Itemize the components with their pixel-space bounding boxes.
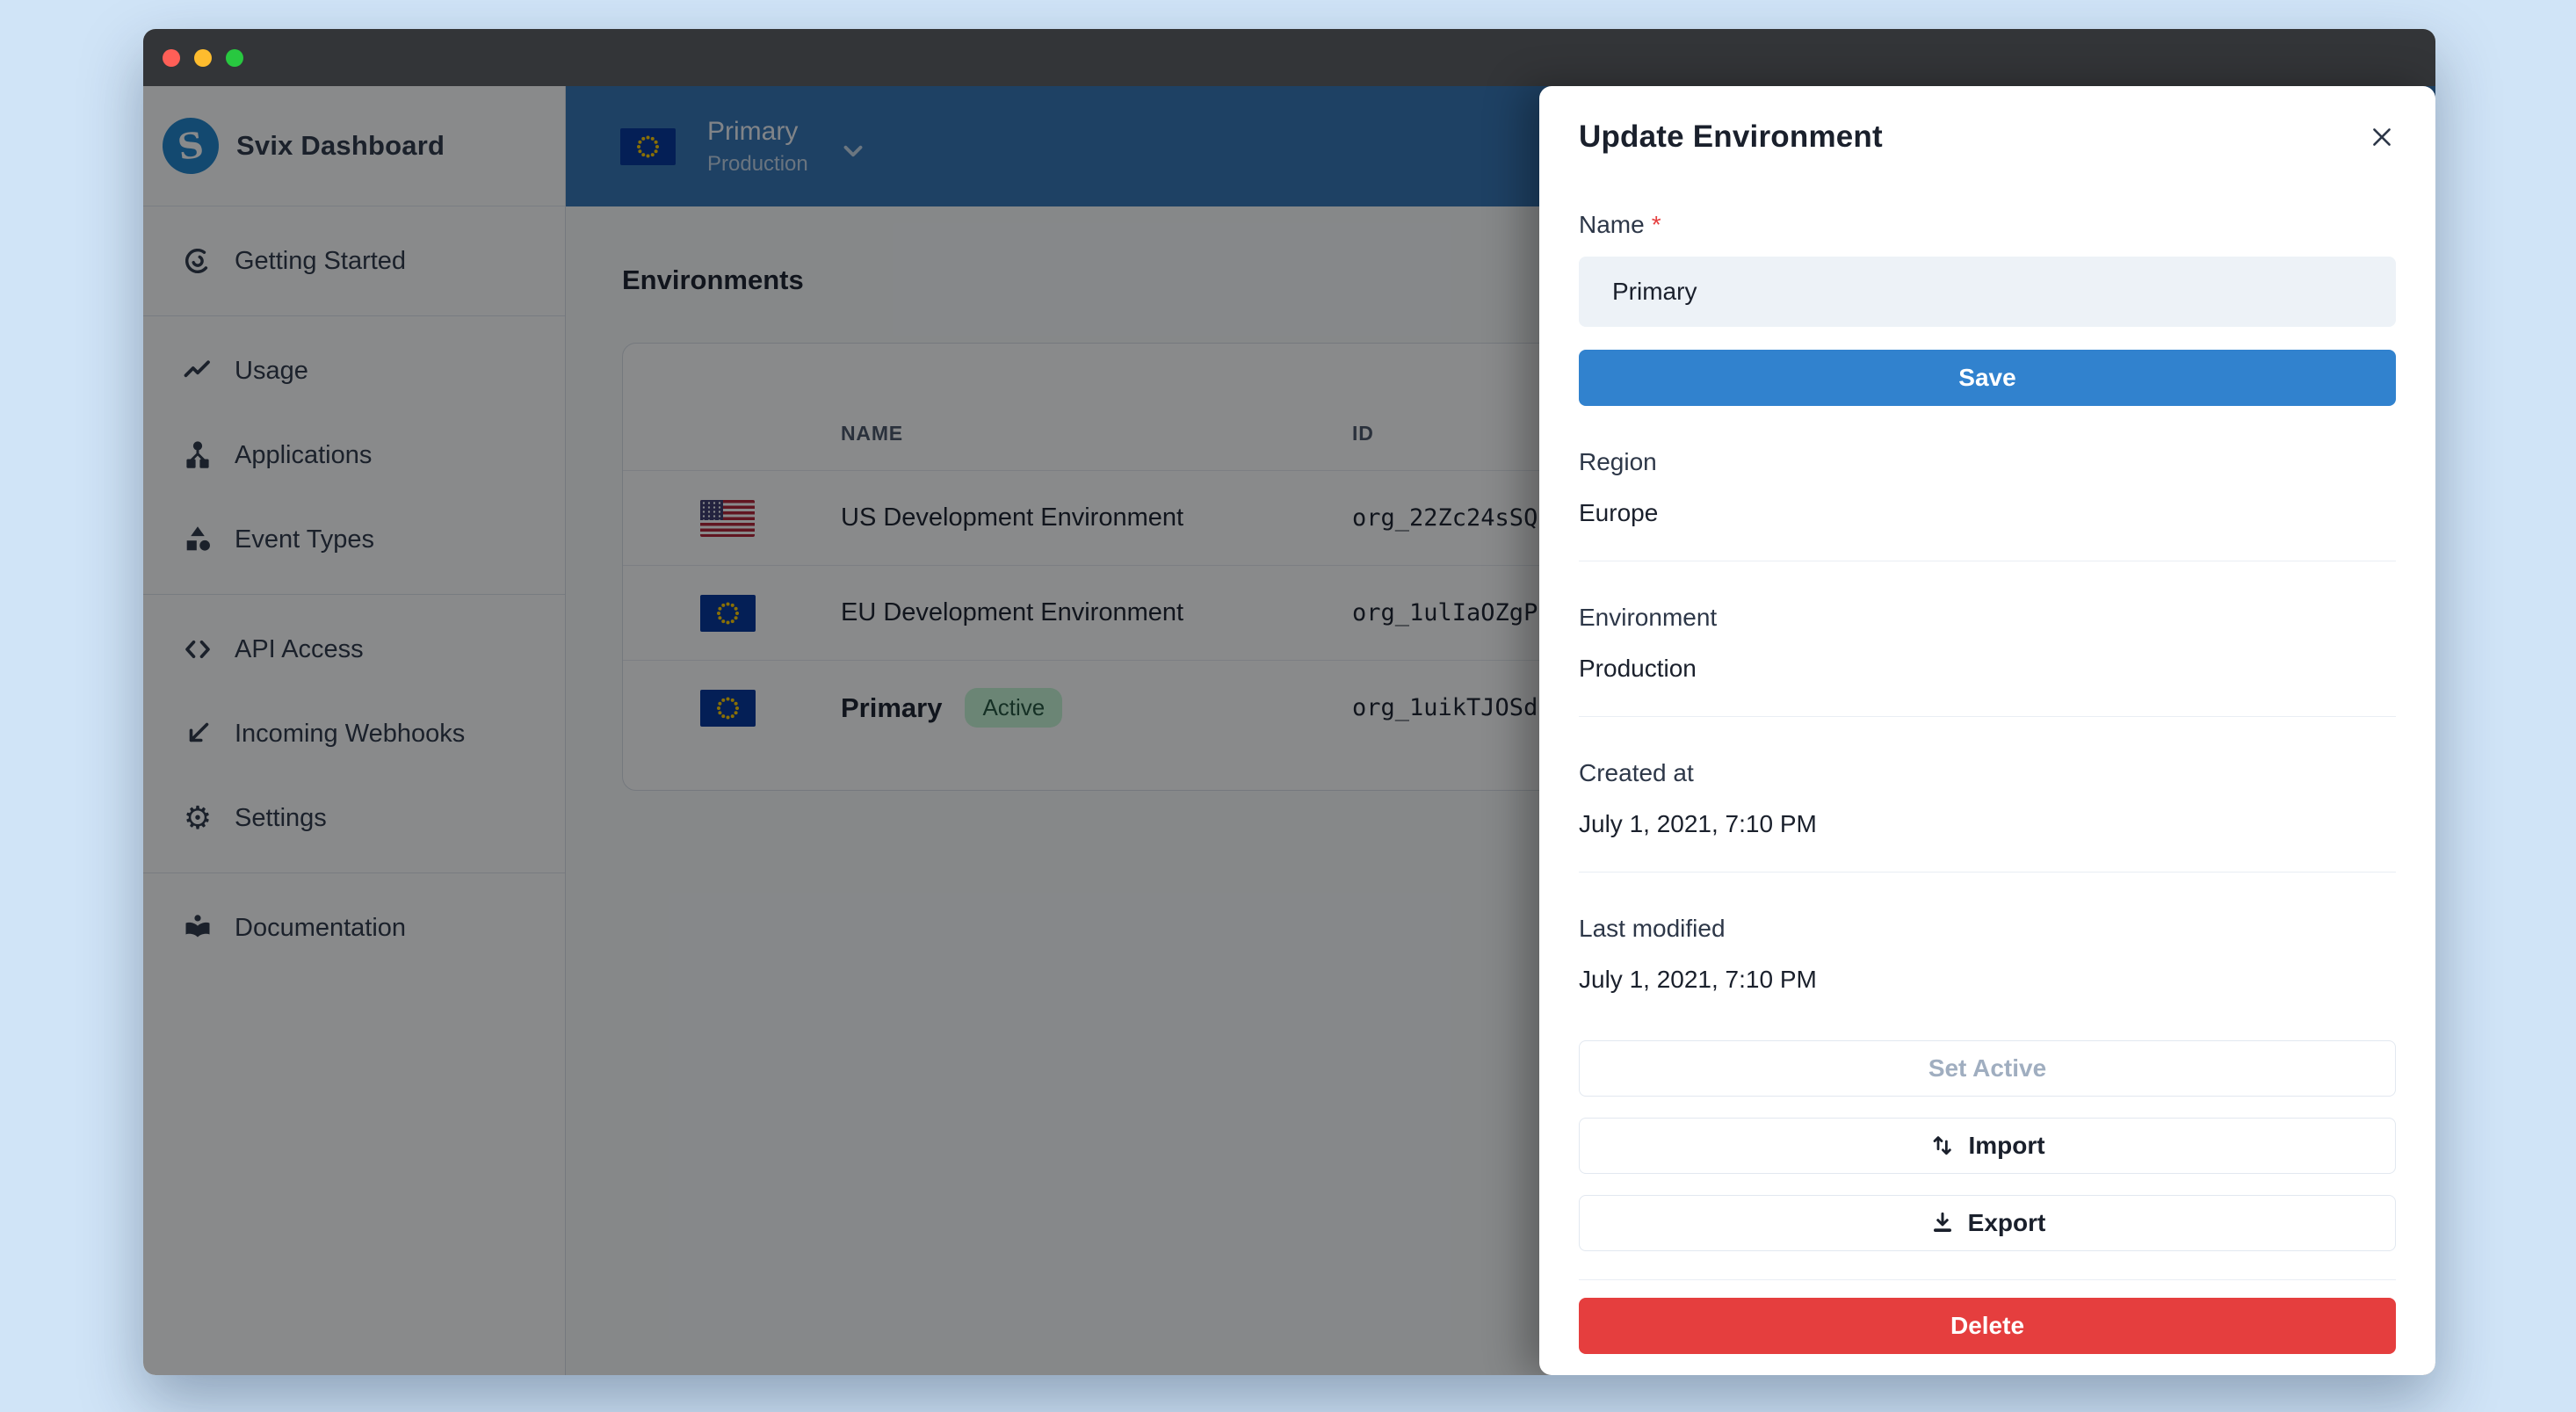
set-active-button[interactable]: Set Active — [1579, 1040, 2396, 1097]
divider — [1579, 872, 2396, 873]
divider — [1579, 716, 2396, 717]
update-environment-modal: Update Environment Name * Save Region Eur… — [1539, 86, 2435, 1375]
export-button-label: Export — [1968, 1209, 2046, 1237]
app-window: S Svix Dashboard Getting Started — [143, 29, 2435, 1375]
save-button[interactable]: Save — [1579, 350, 2396, 406]
environment-label: Environment — [1579, 604, 2396, 632]
delete-button[interactable]: Delete — [1579, 1298, 2396, 1354]
modal-title: Update Environment — [1579, 119, 1883, 155]
close-window-button[interactable] — [163, 49, 180, 67]
modal-actions: Set Active Import Export — [1579, 1040, 2396, 1375]
import-arrows-icon — [1929, 1133, 1956, 1159]
minimize-window-button[interactable] — [194, 49, 212, 67]
divider — [1579, 1279, 2396, 1280]
download-icon — [1929, 1210, 1956, 1236]
zoom-window-button[interactable] — [226, 49, 243, 67]
required-marker: * — [1652, 211, 1661, 238]
export-button[interactable]: Export — [1579, 1195, 2396, 1251]
import-button-label: Import — [1968, 1132, 2044, 1160]
name-field-label: Name * — [1579, 211, 2396, 239]
region-label: Region — [1579, 448, 2396, 476]
environment-value: Production — [1579, 655, 2396, 683]
desktop-background: S Svix Dashboard Getting Started — [0, 0, 2576, 1412]
close-icon — [2369, 124, 2395, 150]
window-titlebar — [143, 29, 2435, 86]
close-modal-button[interactable] — [2363, 118, 2401, 156]
name-label-text: Name — [1579, 211, 1645, 238]
region-value: Europe — [1579, 499, 2396, 527]
last-modified-value: July 1, 2021, 7:10 PM — [1579, 966, 2396, 994]
created-at-label: Created at — [1579, 759, 2396, 787]
last-modified-label: Last modified — [1579, 915, 2396, 943]
environment-name-input[interactable] — [1579, 257, 2396, 327]
modal-header: Update Environment — [1579, 118, 2396, 156]
import-button[interactable]: Import — [1579, 1118, 2396, 1174]
created-at-value: July 1, 2021, 7:10 PM — [1579, 810, 2396, 838]
